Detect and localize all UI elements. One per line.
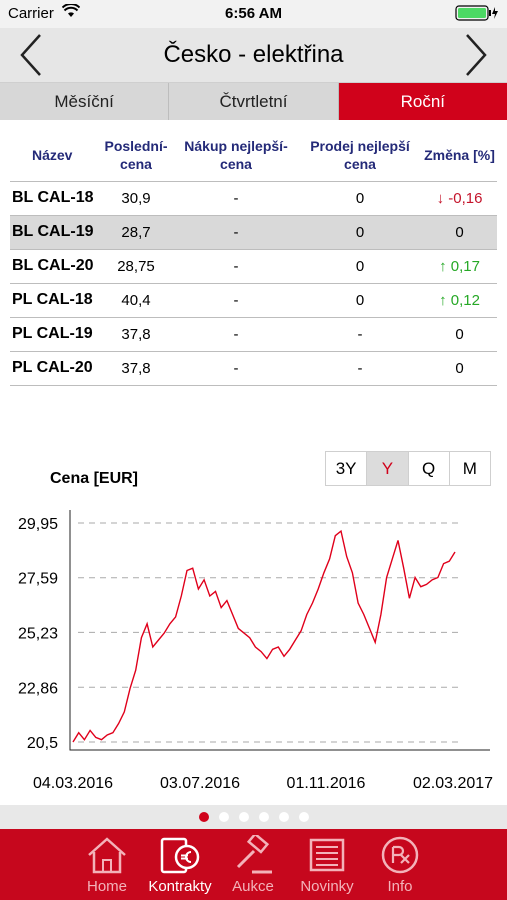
col-header-best-sell: Prodej nejlepší cena — [310, 138, 410, 173]
chevron-left-icon[interactable] — [12, 32, 52, 78]
cell-best-sell: - — [298, 350, 422, 386]
tabbar-info-label: Info — [387, 878, 413, 895]
page-dot[interactable] — [198, 812, 209, 822]
period-type-segment: Měsíční Čtvrtletní Roční — [0, 83, 507, 120]
page-title: Česko - elektřina — [163, 41, 344, 68]
cell-name: BL CAL-19 — [10, 214, 98, 249]
x-tick-label: 03.07.2016 — [160, 775, 240, 792]
x-tick-label: 04.03.2016 — [33, 775, 113, 792]
col-header-last-price: Poslední-cena — [104, 138, 168, 173]
cell-best-buy: - — [174, 350, 298, 386]
cell-name: PL CAL-18 — [10, 282, 98, 317]
cell-name: PL CAL-20 — [10, 350, 98, 386]
cell-last-price: 30,9 — [98, 180, 174, 215]
cell-last-price: 28,75 — [98, 248, 174, 283]
page-indicator — [0, 805, 507, 829]
y-tick-label: 29,95 — [18, 516, 58, 533]
cell-name: BL CAL-18 — [10, 180, 98, 215]
news-icon — [309, 838, 345, 872]
y-tick-label: 27,59 — [18, 571, 58, 588]
col-header-change: Změna [%] — [424, 147, 495, 164]
period-y[interactable]: Y — [367, 452, 409, 485]
tabbar-home[interactable]: Home — [67, 829, 147, 900]
status-time: 6:56 AM — [225, 5, 282, 22]
nav-bar: Česko - elektřina — [0, 28, 507, 83]
cell-last-price: 37,8 — [98, 350, 174, 386]
table-row[interactable]: BL CAL-20 28,75-0 ↑ 0,17 — [10, 248, 497, 283]
cell-change: ↓ -0,16 — [422, 180, 497, 215]
cell-change: 0 — [422, 350, 497, 386]
table-row[interactable]: PL CAL-20 37,8- -0 — [10, 350, 497, 386]
chart-period-segment: 3Y Y Q M — [325, 451, 491, 486]
gavel-icon — [236, 835, 272, 874]
bottom-tab-bar: Home Kontrakty Aukce Novinky Info — [0, 829, 507, 900]
contracts-table: Název Poslední-cena Nákup nejlepší-cena … — [10, 130, 497, 386]
page-dot[interactable] — [258, 812, 269, 822]
tab-quarterly[interactable]: Čtvrtletní — [169, 83, 339, 120]
tabbar-contracts-label: Kontrakty — [148, 878, 212, 895]
cell-last-price: 37,8 — [98, 316, 174, 351]
chart-axes — [69, 510, 490, 751]
table-row[interactable]: BL CAL-19 28,7-0 0 — [10, 214, 497, 249]
chart-y-axis-title: Cena [EUR] — [50, 470, 139, 487]
price-chart: 29,95 27,59 25,23 22,86 20,5 04.03.2016 03.07.… — [18, 510, 493, 792]
status-bar: Carrier 6:56 AM — [0, 0, 507, 28]
y-tick-label: 25,23 — [18, 625, 58, 642]
cell-change: 0 — [422, 316, 497, 351]
tabbar-auctions-label: Aukce — [232, 878, 274, 895]
cell-change: ↑ 0,17 — [422, 248, 497, 283]
chevron-right-icon[interactable] — [455, 32, 495, 78]
period-q[interactable]: Q — [408, 452, 450, 485]
tabbar-contracts[interactable]: Kontrakty — [140, 829, 220, 900]
page-dot[interactable] — [218, 812, 229, 822]
page-dot[interactable] — [238, 812, 249, 822]
cell-best-sell: 0 — [298, 180, 422, 215]
cell-change: ↑ 0,12 — [422, 282, 497, 317]
table-row[interactable]: BL CAL-18 30,9-0 ↓ -0,16 — [10, 180, 497, 215]
cell-last-price: 28,7 — [98, 214, 174, 249]
tabbar-news[interactable]: Novinky — [287, 829, 367, 900]
y-tick-label: 22,86 — [18, 680, 58, 697]
col-header-best-buy: Nákup nejlepší-cena — [184, 138, 288, 173]
price-series-line — [72, 529, 456, 743]
table-row[interactable]: PL CAL-18 40,4-0 ↑ 0,12 — [10, 282, 497, 317]
cell-best-buy: - — [174, 214, 298, 249]
tabbar-news-label: Novinky — [300, 878, 354, 895]
home-icon — [88, 837, 126, 874]
period-m[interactable]: M — [449, 452, 490, 485]
cell-best-sell: 0 — [298, 248, 422, 283]
cell-best-buy: - — [174, 282, 298, 317]
page-dot[interactable] — [298, 812, 309, 822]
info-icon — [381, 836, 419, 874]
cell-best-sell: 0 — [298, 282, 422, 317]
tabbar-home-label: Home — [86, 878, 127, 895]
tabbar-auctions[interactable]: Aukce — [213, 829, 293, 900]
cell-last-price: 40,4 — [98, 282, 174, 317]
table-header-row: Název Poslední-cena Nákup nejlepší-cena … — [10, 130, 497, 181]
tabbar-info[interactable]: Info — [360, 829, 440, 900]
y-tick-label: 20,5 — [27, 735, 58, 752]
cell-best-sell: 0 — [298, 214, 422, 249]
col-header-name: Název — [32, 147, 73, 164]
tab-monthly[interactable]: Měsíční — [0, 83, 170, 120]
cell-name: PL CAL-19 — [10, 316, 98, 351]
x-tick-label: 01.11.2016 — [287, 775, 366, 792]
cell-name: BL CAL-20 — [10, 248, 98, 283]
cell-best-buy: - — [174, 316, 298, 351]
cell-best-buy: - — [174, 180, 298, 215]
cell-best-sell: - — [298, 316, 422, 351]
cell-change: 0 — [422, 214, 497, 249]
contracts-euro-icon — [160, 837, 200, 874]
page-dot[interactable] — [278, 812, 289, 822]
cell-best-buy: - — [174, 248, 298, 283]
tab-yearly[interactable]: Roční — [338, 83, 507, 120]
x-tick-label: 02.03.2017 — [413, 775, 493, 792]
table-row[interactable]: PL CAL-19 37,8- -0 — [10, 316, 497, 351]
battery-icon — [455, 5, 498, 21]
period-3y[interactable]: 3Y — [326, 452, 368, 485]
